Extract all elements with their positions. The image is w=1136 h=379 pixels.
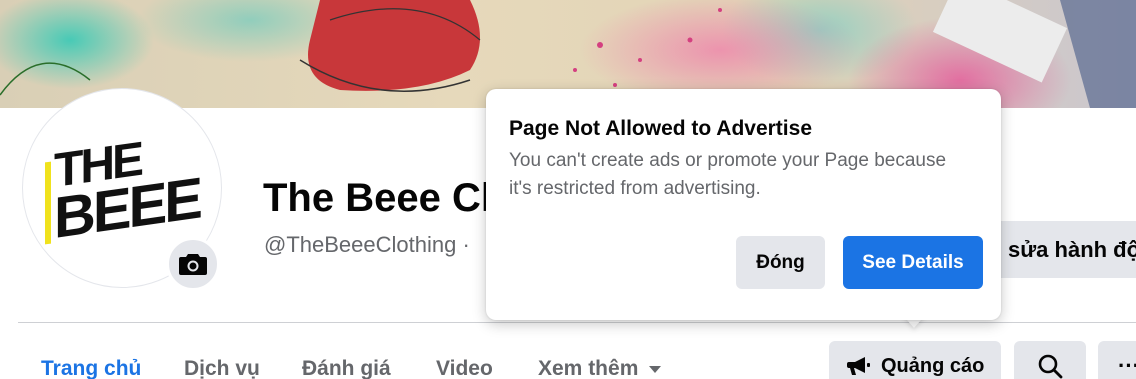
update-photo-button[interactable]: [166, 237, 220, 291]
tab-video[interactable]: Video: [436, 357, 493, 379]
ads-button[interactable]: Quảng cáo: [829, 341, 1001, 379]
page-title: The Beee Cl: [263, 176, 492, 220]
tab-reviews[interactable]: Đánh giá: [302, 357, 391, 379]
tab-home[interactable]: Trang chủ: [41, 357, 141, 379]
popover-message: You can't create ads or promote your Pag…: [509, 150, 947, 199]
header-divider: [18, 322, 1136, 323]
ad-restriction-popover: Page Not Allowed to Advertise You can't …: [486, 89, 1001, 320]
megaphone-icon: [847, 357, 870, 375]
tab-services[interactable]: Dịch vụ: [184, 357, 260, 379]
popover-title: Page Not Allowed to Advertise: [509, 117, 812, 140]
ads-button-label: Quảng cáo: [881, 354, 985, 377]
page-handle: @TheBeeeClothing ·: [264, 232, 470, 257]
more-options-label: ···: [1118, 353, 1136, 378]
close-button[interactable]: Đóng: [736, 236, 825, 289]
search-icon: [1038, 354, 1063, 379]
tab-see-more-label: Xem thêm: [538, 357, 639, 379]
logo-accent-bar: [45, 161, 51, 245]
more-options-button[interactable]: ···: [1098, 341, 1136, 379]
tab-see-more[interactable]: Xem thêm: [538, 357, 662, 379]
edit-action-label: sửa hành độ: [1008, 236, 1136, 262]
caret-down-icon: [649, 365, 662, 373]
see-details-button[interactable]: See Details: [843, 236, 983, 289]
edit-action-button[interactable]: sửa hành độ: [990, 221, 1136, 278]
camera-icon: [179, 254, 207, 275]
search-button[interactable]: [1014, 341, 1086, 379]
